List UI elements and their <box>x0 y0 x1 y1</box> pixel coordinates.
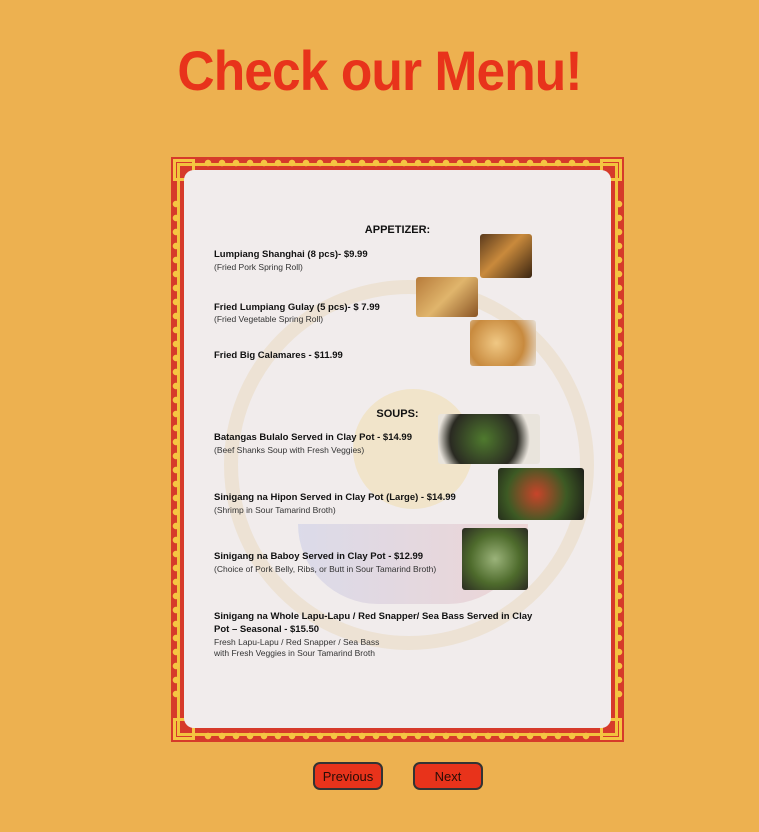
menu-image: APPETIZER: Lumpiang Shanghai (8 pcs)- $9… <box>171 157 624 742</box>
calamari-photo <box>470 320 536 366</box>
bulalo-photo <box>438 414 540 464</box>
menu-paper: APPETIZER: Lumpiang Shanghai (8 pcs)- $9… <box>184 170 611 728</box>
menu-item-name: Fried Big Calamares - $11.99 <box>214 350 343 361</box>
frame-dots-top <box>201 159 594 167</box>
spring-rolls-photo <box>480 234 532 278</box>
menu-item-desc: Fresh Lapu-Lapu / Red Snapper / Sea Bass <box>214 637 380 647</box>
next-button[interactable]: Next <box>413 762 483 790</box>
menu-item-name: Sinigang na Whole Lapu-Lapu / Red Snappe… <box>214 611 533 622</box>
menu-item-name: Pot – Seasonal - $15.50 <box>214 624 320 635</box>
menu-item-desc: (Beef Shanks Soup with Fresh Veggies) <box>214 445 365 455</box>
veggie-rolls-photo <box>416 277 478 317</box>
menu-item-desc: (Shrimp in Sour Tamarind Broth) <box>214 505 336 515</box>
menu-item-desc: with Fresh Veggies in Sour Tamarind Brot… <box>214 648 375 658</box>
baboy-photo <box>462 528 528 590</box>
menu-item-name: Sinigang na Hipon Served in Clay Pot (La… <box>214 492 456 503</box>
menu-item-name: Sinigang na Baboy Served in Clay Pot - $… <box>214 551 424 562</box>
menu-item-name: Lumpiang Shanghai (8 pcs)- $9.99 <box>214 249 368 260</box>
restaurant-logo-watermark <box>224 280 594 650</box>
menu-item-desc: (Choice of Pork Belly, Ribs, or Butt in … <box>214 564 437 574</box>
soups-heading: SOUPS: <box>376 408 419 420</box>
menu-item-desc: (Fried Vegetable Spring Roll) <box>214 314 324 324</box>
frame-dots-right <box>615 197 623 702</box>
hipon-photo <box>498 468 584 520</box>
menu-item-name: Fried Lumpiang Gulay (5 pcs)- $ 7.99 <box>214 302 380 313</box>
page-title: Check our Menu! <box>177 39 582 102</box>
menu-item-desc: (Fried Pork Spring Roll) <box>214 262 303 272</box>
menu-item-name: Batangas Bulalo Served in Clay Pot - $14… <box>214 432 412 443</box>
frame-dots-left <box>172 197 180 702</box>
frame-dots-bottom <box>201 732 594 740</box>
previous-button[interactable]: Previous <box>313 762 383 790</box>
appetizer-heading: APPETIZER: <box>364 224 431 236</box>
